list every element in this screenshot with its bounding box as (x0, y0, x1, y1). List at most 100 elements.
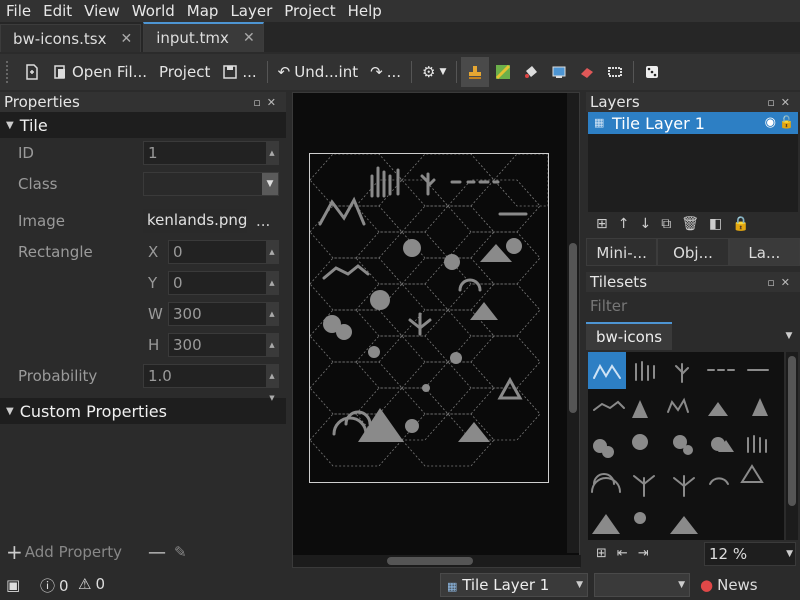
project-button[interactable]: Project (153, 57, 216, 87)
section-tile[interactable]: ▼ Tile (0, 112, 286, 138)
random-mode-button[interactable] (638, 57, 666, 87)
hex-map[interactable] (309, 153, 549, 482)
h-label: H (148, 336, 160, 354)
rename-property-icon[interactable]: ✎ (174, 543, 187, 561)
menu-view[interactable]: View (78, 0, 126, 22)
menu-map[interactable]: Map (181, 0, 225, 22)
x-field[interactable]: 0 ▲▼ (168, 240, 279, 278)
warning-count[interactable]: ⚠ 0 (78, 575, 105, 593)
embed-tileset-icon[interactable]: ⇤ (617, 546, 628, 561)
visibility-eye-icon[interactable]: ◉ (765, 115, 776, 130)
shape-fill-button[interactable] (545, 57, 573, 87)
menu-help[interactable]: Help (342, 0, 388, 22)
tab-bw-icons[interactable]: bw-icons (586, 322, 673, 350)
lock-icon[interactable]: 🔓 (779, 115, 794, 129)
move-up-icon[interactable]: ↑ (618, 216, 630, 232)
spin-icon[interactable]: ▲▼ (266, 142, 278, 179)
duplicate-layer-icon[interactable]: ⧉ (661, 216, 671, 232)
spin-icon[interactable]: ▲▼ (266, 365, 278, 402)
remove-property-icon[interactable]: — (148, 542, 166, 563)
horizontal-scrollbar[interactable] (293, 555, 581, 567)
redo-button[interactable]: ↷ ... (364, 57, 407, 87)
gear-icon: ⚙ (422, 63, 436, 81)
zoom-combo[interactable]: 12 % ▼ (704, 542, 796, 566)
menu-file[interactable]: File (0, 0, 37, 22)
tab-input-tmx[interactable]: input.tmx ✕ (143, 22, 264, 52)
id-field[interactable]: 1 ▲▼ (143, 141, 279, 179)
tileset-filter-input[interactable]: Filter (588, 294, 798, 318)
menu-project[interactable]: Project (278, 0, 341, 22)
add-layer-icon[interactable]: ⊞ (596, 216, 608, 232)
vertical-scrollbar[interactable] (567, 93, 579, 553)
new-tileset-icon[interactable]: ⊞ (596, 546, 607, 561)
dice-icon (646, 66, 659, 78)
tileset-scrollbar[interactable] (786, 352, 798, 540)
terrain-brush-button[interactable] (489, 57, 517, 87)
spin-icon[interactable]: ▲▼ (266, 241, 278, 278)
error-count[interactable]: ⓘ 0 (40, 575, 69, 596)
y-field[interactable]: 0 ▲▼ (168, 271, 279, 309)
menu-edit[interactable]: Edit (37, 0, 78, 22)
settings-button[interactable]: ⚙ ▼ (416, 57, 452, 87)
lock-others-icon[interactable]: 🔒 (732, 216, 749, 232)
tile-grid[interactable] (588, 352, 784, 540)
stamp-tool-button[interactable] (461, 57, 490, 87)
chevron-down-icon[interactable]: ▼ (576, 574, 583, 596)
probability-field[interactable]: 1.0 ▲ ▼ (143, 364, 279, 402)
chevron-down-icon[interactable]: ▼ (778, 331, 800, 341)
dock-controls[interactable]: ▫✕ (767, 96, 796, 109)
news-button[interactable]: ● News (700, 576, 758, 594)
open-file-button[interactable]: Open Fil... (46, 57, 153, 87)
w-field[interactable]: 300 ▲▼ (168, 302, 279, 340)
spin-icon[interactable]: ▲▼ (266, 334, 278, 371)
add-property-button[interactable]: + Add Property (6, 540, 122, 564)
spin-icon[interactable]: ▲▼ (266, 303, 278, 340)
scroll-thumb[interactable] (788, 356, 796, 506)
chevron-down-icon[interactable]: ▼ (678, 574, 685, 596)
selected-tile[interactable] (588, 352, 626, 389)
scroll-thumb[interactable] (569, 243, 577, 413)
h-field[interactable]: 300 ▲▼ (168, 333, 279, 371)
tab-minimap[interactable]: Mini-... (586, 238, 658, 266)
export-tileset-icon[interactable]: ⇥ (638, 546, 649, 561)
chevron-down-icon[interactable]: ▼ (262, 173, 278, 195)
dock-controls[interactable]: ▫✕ (767, 276, 796, 289)
h-value: 300 (173, 336, 202, 354)
menu-layer[interactable]: Layer (224, 0, 278, 22)
rect-select-button[interactable] (601, 57, 629, 87)
save-button[interactable]: ... (216, 57, 262, 87)
close-icon[interactable]: ✕ (243, 30, 255, 46)
browse-button[interactable]: ... (256, 212, 270, 230)
image-field[interactable]: kenlands.png (143, 209, 247, 233)
layer-item[interactable]: ▦ Tile Layer 1 ◉ 🔓 (588, 112, 798, 134)
eraser-button[interactable] (573, 57, 601, 87)
dock-controls[interactable]: ▫✕ (253, 96, 282, 109)
fill-tool-button[interactable] (517, 57, 545, 87)
map-view[interactable] (292, 92, 581, 568)
tab-bw-icons[interactable]: bw-icons.tsx ✕ (0, 24, 142, 52)
tab-objects[interactable]: Obj... (657, 238, 729, 266)
tileset-tiles[interactable] (588, 352, 784, 540)
toolbar-grip[interactable] (6, 61, 12, 83)
delete-layer-icon[interactable]: 🗑 (681, 216, 699, 232)
scroll-thumb[interactable] (387, 557, 473, 565)
eraser-icon (581, 68, 594, 78)
error-icon: ⓘ (40, 577, 56, 595)
spin-icon[interactable]: ▲▼ (266, 272, 278, 309)
chevron-down-icon[interactable]: ▼ (786, 543, 793, 565)
class-combo[interactable]: ▼ (143, 172, 279, 196)
undo-button[interactable]: ↶ Und...int (272, 57, 364, 87)
panel-title: Tilesets (590, 273, 648, 291)
console-icon[interactable]: ▣ (6, 576, 20, 594)
section-custom-properties[interactable]: ▼ Custom Properties (0, 398, 286, 424)
menu-world[interactable]: World (126, 0, 181, 22)
tab-layers[interactable]: La... (728, 238, 800, 266)
toggle-others-icon[interactable]: ◧ (709, 216, 722, 232)
map-canvas[interactable] (309, 153, 549, 483)
new-button[interactable] (18, 57, 46, 87)
object-combo[interactable]: ▼ (594, 573, 690, 597)
x-value: 0 (173, 243, 183, 261)
move-down-icon[interactable]: ↓ (639, 216, 651, 232)
current-layer-combo[interactable]: ▦ Tile Layer 1 ▼ (440, 573, 588, 597)
close-icon[interactable]: ✕ (120, 31, 132, 47)
